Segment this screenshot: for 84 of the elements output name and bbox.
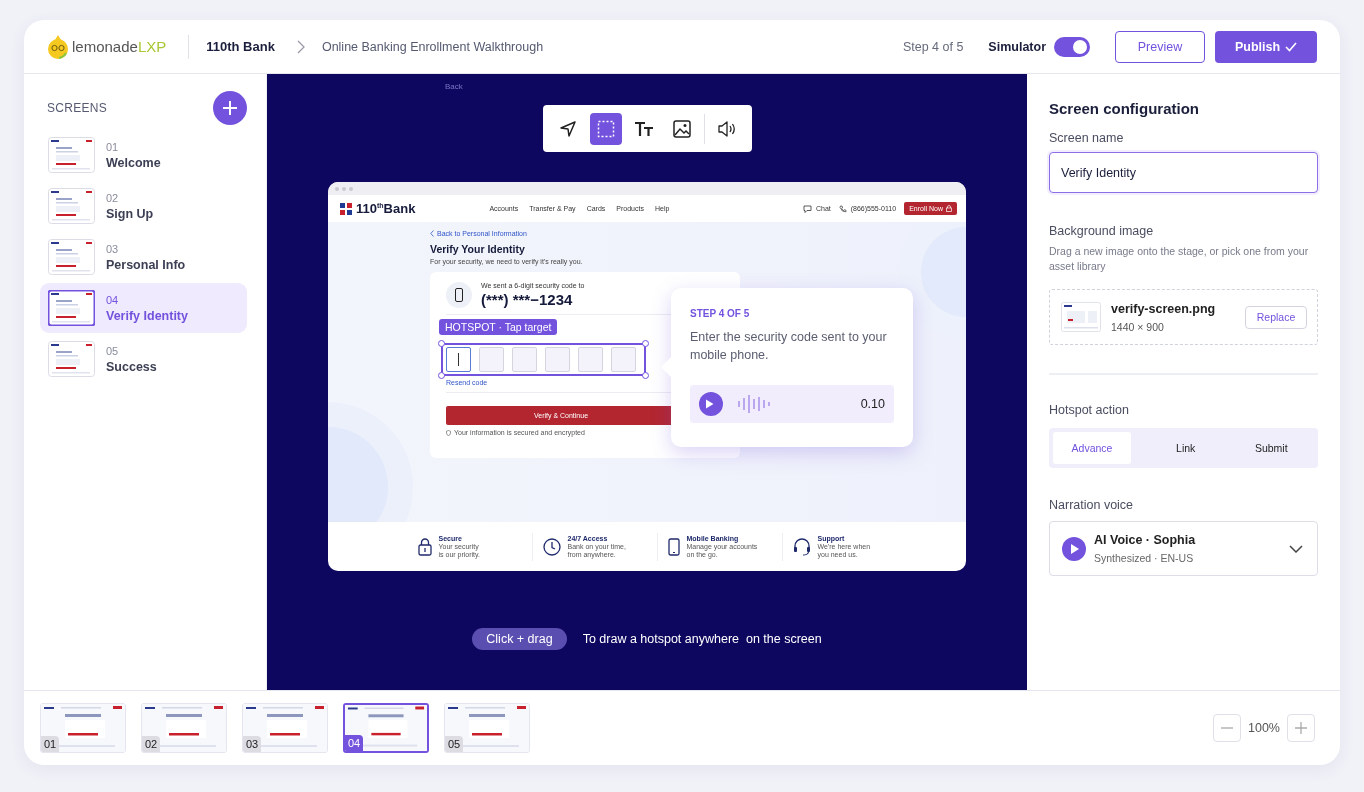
field-label: Hotspot action — [1049, 403, 1130, 417]
select-tool-button[interactable] — [589, 112, 622, 145]
code-digit-field[interactable] — [446, 347, 471, 372]
step-indicator: Step 4 of 5 — [902, 39, 964, 54]
play-icon — [705, 399, 714, 409]
filmstrip-thumbnail[interactable]: 03 — [242, 703, 328, 753]
replace-button[interactable]: Replace — [1245, 305, 1307, 329]
lemon-icon — [47, 33, 69, 60]
voice-details: Synthesized · EN-US — [1094, 552, 1195, 564]
voice-dropdown[interactable]: AI Voice · Sophia Synthesized · EN-US — [1049, 521, 1318, 576]
selection-rectangle-icon — [596, 119, 615, 138]
chevron-right-icon — [296, 39, 305, 54]
field-label: Narration voice — [1049, 498, 1135, 512]
file-name: verify-screen.png — [1111, 301, 1216, 316]
field-label: Background image — [1049, 224, 1155, 238]
action-option[interactable]: Advance — [1053, 432, 1131, 464]
voice-name: AI Voice · Sophia — [1094, 533, 1196, 547]
screen-thumbnail — [48, 188, 95, 224]
smartphone-icon — [446, 282, 472, 308]
play-button[interactable] — [699, 392, 723, 416]
simulator-label: Simulator — [988, 39, 1046, 54]
preview-button[interactable]: Preview — [1115, 30, 1205, 63]
filmstrip-thumbnail[interactable]: 01 — [40, 703, 126, 753]
hotspot-label: HOTSPOT · Tap target — [439, 319, 558, 335]
hotspot-outline[interactable] — [441, 343, 646, 376]
chevron-down-icon — [1289, 544, 1303, 553]
field-label: Screen name — [1049, 131, 1125, 145]
text-tool-icon — [633, 120, 654, 137]
filmstrip-thumbnail[interactable]: 05 — [444, 703, 530, 753]
add-screen-button[interactable] — [213, 91, 247, 125]
padlock-icon — [417, 537, 432, 556]
check-icon — [1285, 41, 1298, 52]
image-icon — [672, 119, 691, 138]
masked-phone-number: (***) ***−1234 — [481, 291, 574, 308]
navigation-arrow-icon — [559, 120, 576, 137]
action-option[interactable]: Submit — [1228, 432, 1314, 464]
panel-title: Screen configuration — [1049, 100, 1201, 117]
plus-icon — [1295, 722, 1307, 734]
filmstrip-thumbnail[interactable]: 02 — [141, 703, 227, 753]
walkthrough-title: Online Banking Enrollment Walkthrough — [321, 39, 544, 54]
project-name: 110th Bank — [206, 39, 275, 54]
shield-icon — [446, 429, 451, 436]
screen-list-item[interactable]: 04 Verify Identity — [40, 283, 247, 333]
waveform-icon — [737, 394, 771, 414]
hint-text: To draw a hotspot anywhere on the screen — [582, 632, 822, 646]
screen-list-item[interactable]: 03 Personal Info — [40, 232, 247, 282]
file-dimensions: 1440 × 900 — [1111, 320, 1165, 333]
clock-icon — [542, 537, 561, 556]
filmstrip-thumbnail[interactable]: 04 — [343, 703, 429, 753]
section-title: SCREENS — [47, 101, 108, 115]
zoom-level: 100% — [1248, 721, 1280, 735]
minus-icon — [1221, 727, 1233, 729]
callout-text: Enter the security code sent to your mobile phone. — [690, 329, 888, 364]
screen-name-field[interactable]: Verify Identity — [1049, 152, 1318, 193]
chat-icon — [802, 204, 812, 213]
lock-icon — [946, 205, 952, 212]
phone-icon — [838, 204, 847, 213]
chevron-left-icon — [430, 230, 434, 237]
smartphone-icon — [667, 537, 680, 556]
screen-thumbnail — [48, 239, 95, 275]
headset-icon — [792, 537, 811, 556]
simulator-toggle[interactable] — [1054, 36, 1090, 57]
speaker-icon — [717, 120, 736, 137]
callout-step: STEP 4 OF 5 — [690, 308, 894, 319]
screen-thumbnail — [48, 341, 95, 377]
screen-list-item[interactable]: 05 Success — [40, 334, 247, 384]
plus-icon — [222, 100, 238, 116]
hint-chip: Click + drag — [472, 628, 567, 650]
logo-text: lemonadeLXP — [72, 38, 167, 55]
play-icon — [1062, 536, 1086, 561]
image-drop-zone[interactable]: verify-screen.png 1440 × 900 Replace — [1049, 289, 1318, 345]
back-label: Back — [445, 82, 463, 91]
publish-button[interactable]: Publish — [1215, 30, 1317, 63]
screen-thumbnail — [48, 137, 95, 173]
bank-name: 110$^{th}$Bank — [356, 201, 416, 216]
audio-time: 0.10 — [860, 397, 885, 411]
action-option[interactable]: Link — [1143, 432, 1229, 464]
help-text: Drag a new image onto the stage, or pick one from your asset library — [1049, 244, 1310, 274]
screen-list-item[interactable]: 02 Sign Up — [40, 181, 247, 231]
screen-thumbnail — [48, 290, 95, 326]
page-title: Verify Your Identity — [430, 243, 526, 255]
bank-logo-icon — [340, 202, 352, 215]
screen-list-item[interactable]: 01 Welcome — [40, 130, 247, 180]
image-thumbnail — [1061, 302, 1101, 332]
